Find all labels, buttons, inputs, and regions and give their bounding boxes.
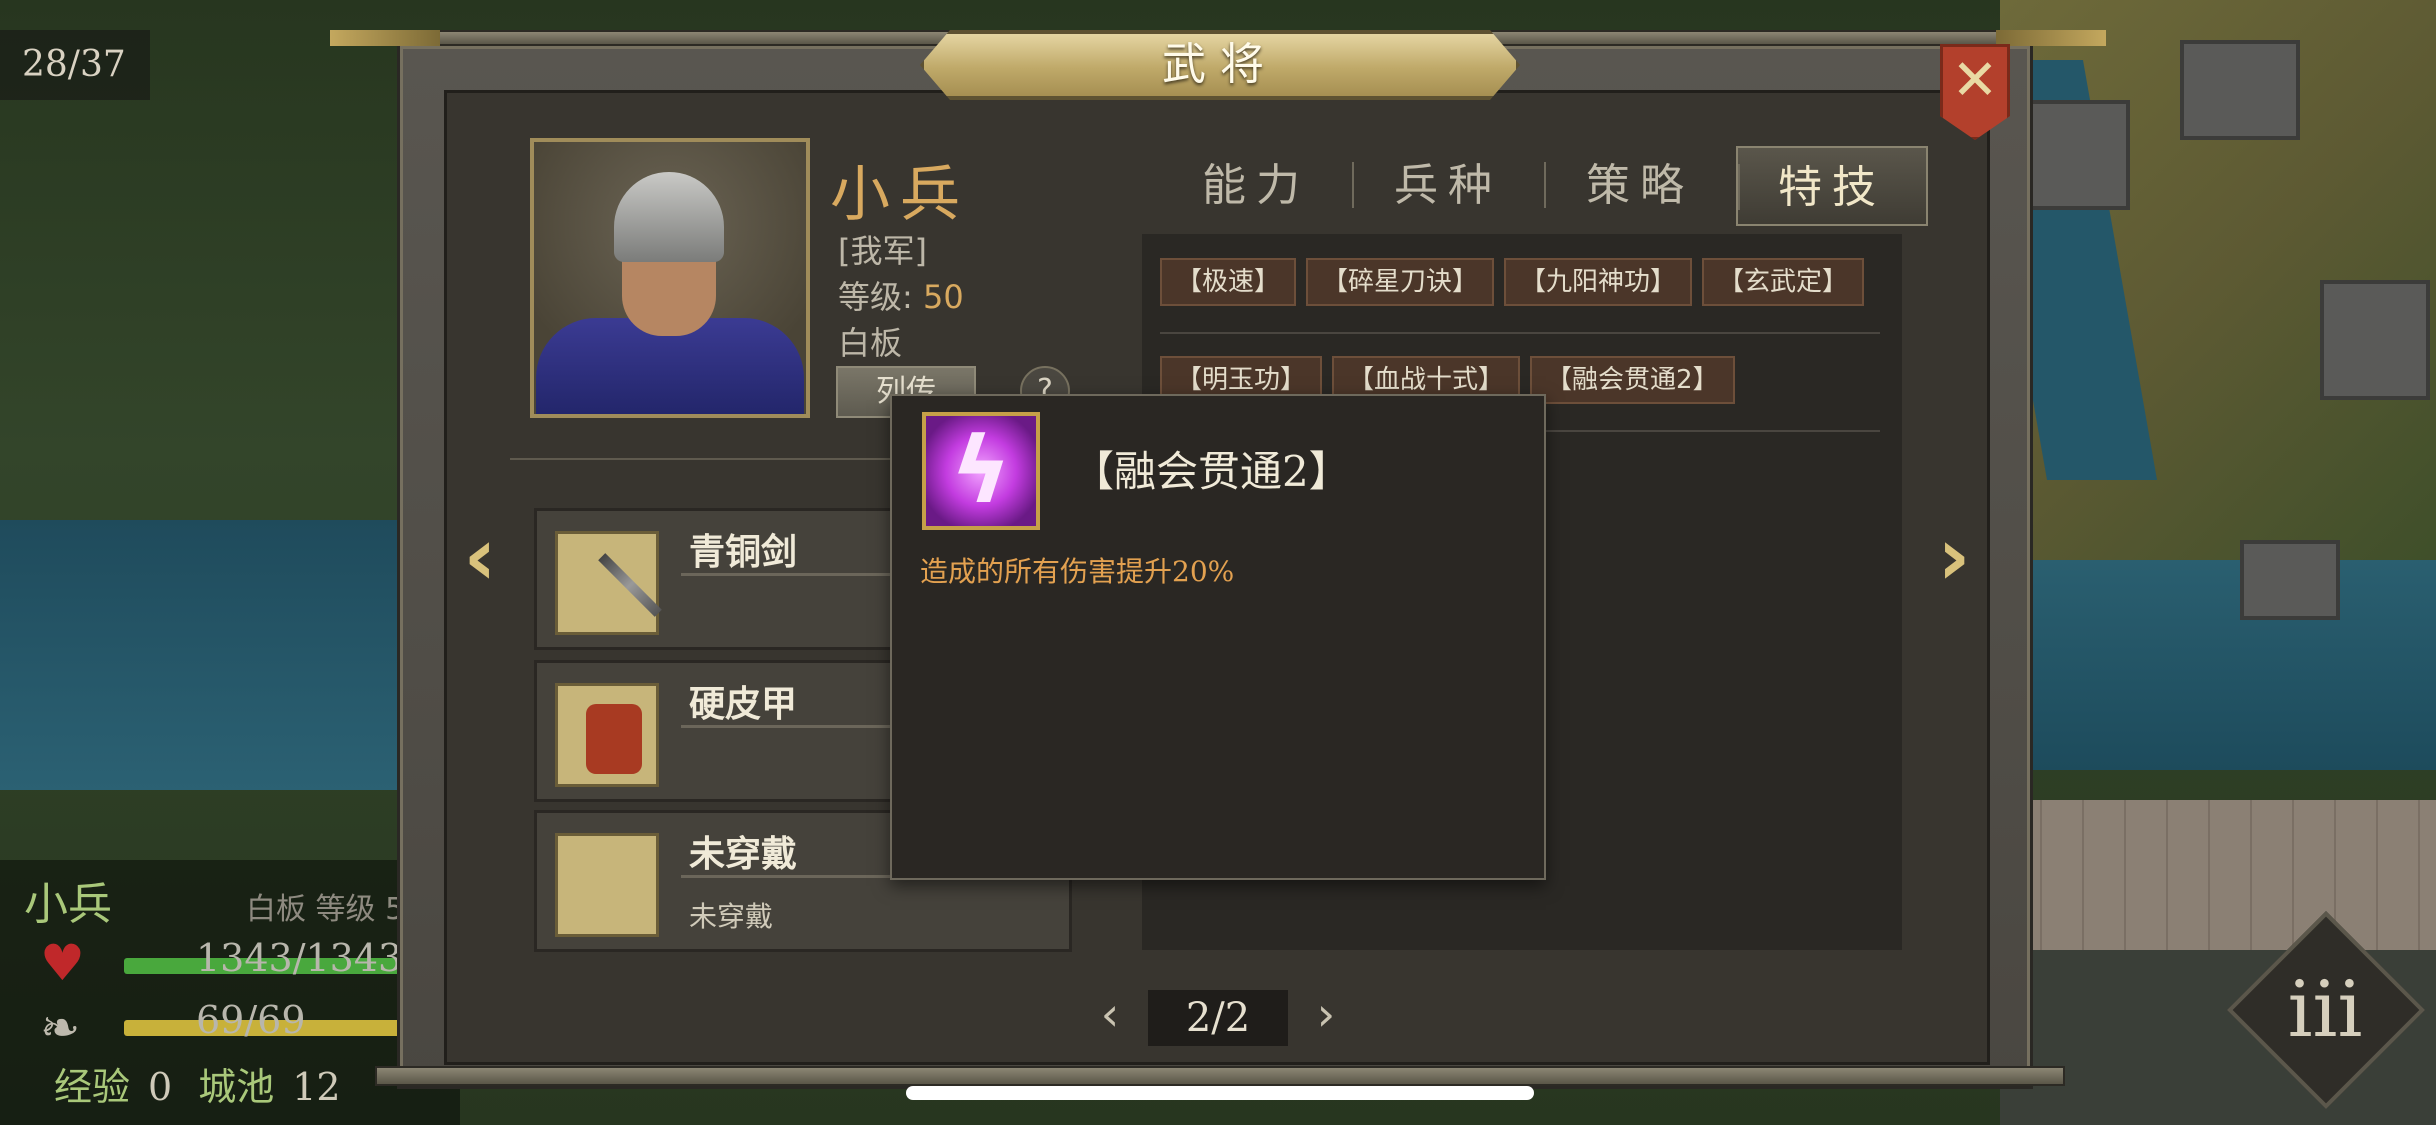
game-screen: 28/37 小兵 白板 等级 50 ♥ 1343/1343 ❧ 69/69 经验… (0, 0, 2436, 1125)
exp-value: 0 (148, 1065, 173, 1109)
city-value: 12 (292, 1065, 341, 1109)
tab-ability[interactable]: 能力 (1160, 146, 1352, 226)
hero-rank: 白板 (838, 324, 903, 362)
city-label: 城池 (198, 1065, 275, 1109)
item-frame (555, 531, 662, 635)
tab-troop-type[interactable]: 兵种 (1352, 146, 1544, 226)
item-name: 未穿戴 (689, 834, 798, 875)
tab-strategy[interactable]: 策略 (1544, 146, 1736, 226)
map-river (0, 520, 440, 790)
bolt-glyph: ϟ (950, 417, 1012, 524)
item-frame (555, 683, 659, 787)
hero-level: 等级: 50 (838, 272, 964, 318)
skill-tag[interactable]: 【九阳神功】 (1504, 258, 1693, 306)
exp-label: 经验 (54, 1065, 131, 1109)
page-indicator: 2/2 (1148, 990, 1288, 1046)
skill-tag[interactable]: 【玄武定】 (1702, 258, 1865, 306)
menu-icon[interactable]: iii (2280, 960, 2370, 1060)
item-name: 青铜剑 (689, 532, 798, 573)
hud-unit-name: 小兵 (24, 879, 112, 930)
hud-unit-meta: 白板 等级 50 (246, 892, 424, 927)
prev-hero-arrow-icon[interactable]: ‹ (450, 512, 510, 602)
map-building (2180, 40, 2300, 140)
item-frame (555, 833, 659, 937)
tooltip-description: 造成的所有伤害提升20% (920, 555, 1235, 588)
hud-stats: 经验 0 城池 12 (54, 1056, 367, 1111)
next-hero-arrow-icon[interactable]: › (1924, 512, 1984, 602)
city-wall (2000, 800, 2436, 950)
map-building (2320, 280, 2430, 400)
frame-ornament (330, 30, 440, 46)
skill-tooltip: ϟ 【融会贯通2】 造成的所有伤害提升20% (890, 394, 1546, 880)
item-name: 硬皮甲 (689, 684, 798, 725)
hero-faction: [我军] (838, 232, 927, 270)
tab-special-skills[interactable]: 特技 (1736, 146, 1928, 226)
hero-name: 小兵 (830, 160, 970, 230)
page-prev-icon[interactable]: ‹ (1090, 990, 1130, 1038)
page-next-icon[interactable]: › (1306, 990, 1346, 1038)
purple-bolt-icon: ϟ (922, 412, 1040, 530)
sp-value: 69/69 (196, 998, 306, 1042)
tooltip-title: 【融会贯通2】 (1072, 447, 1351, 496)
sword-icon (598, 553, 662, 617)
close-x-icon[interactable]: ✕ (1940, 44, 2010, 118)
unit-counter: 28/37 (0, 30, 150, 100)
dialog-title: 武将 (1162, 39, 1278, 90)
frame-ornament (1996, 30, 2106, 46)
wing-icon: ❧ (40, 1000, 81, 1056)
hp-value: 1343/1343 (196, 936, 403, 980)
armor-icon (586, 704, 642, 774)
skill-tag[interactable]: 【融会贯通2】 (1530, 356, 1735, 404)
skill-tag[interactable]: 【碎星刀诀】 (1306, 258, 1495, 306)
skill-tag[interactable]: 【极速】 (1160, 258, 1297, 306)
level-label: 等级: (838, 278, 913, 316)
skill-row: 【极速】 【碎星刀诀】 【九阳神功】 【玄武定】 (1160, 258, 1865, 306)
tab-bar: 能力 兵种 策略 特技 (1160, 146, 1928, 226)
heart-icon: ♥ (40, 934, 85, 992)
map-building (2240, 540, 2340, 620)
home-indicator[interactable] (906, 1086, 1534, 1100)
item-subtext: 未穿戴 (689, 900, 774, 933)
frame-rail-bottom (375, 1066, 2065, 1086)
map-river (2000, 560, 2436, 770)
divider (1160, 332, 1880, 334)
level-value: 50 (922, 278, 964, 316)
map-building (2020, 100, 2130, 210)
